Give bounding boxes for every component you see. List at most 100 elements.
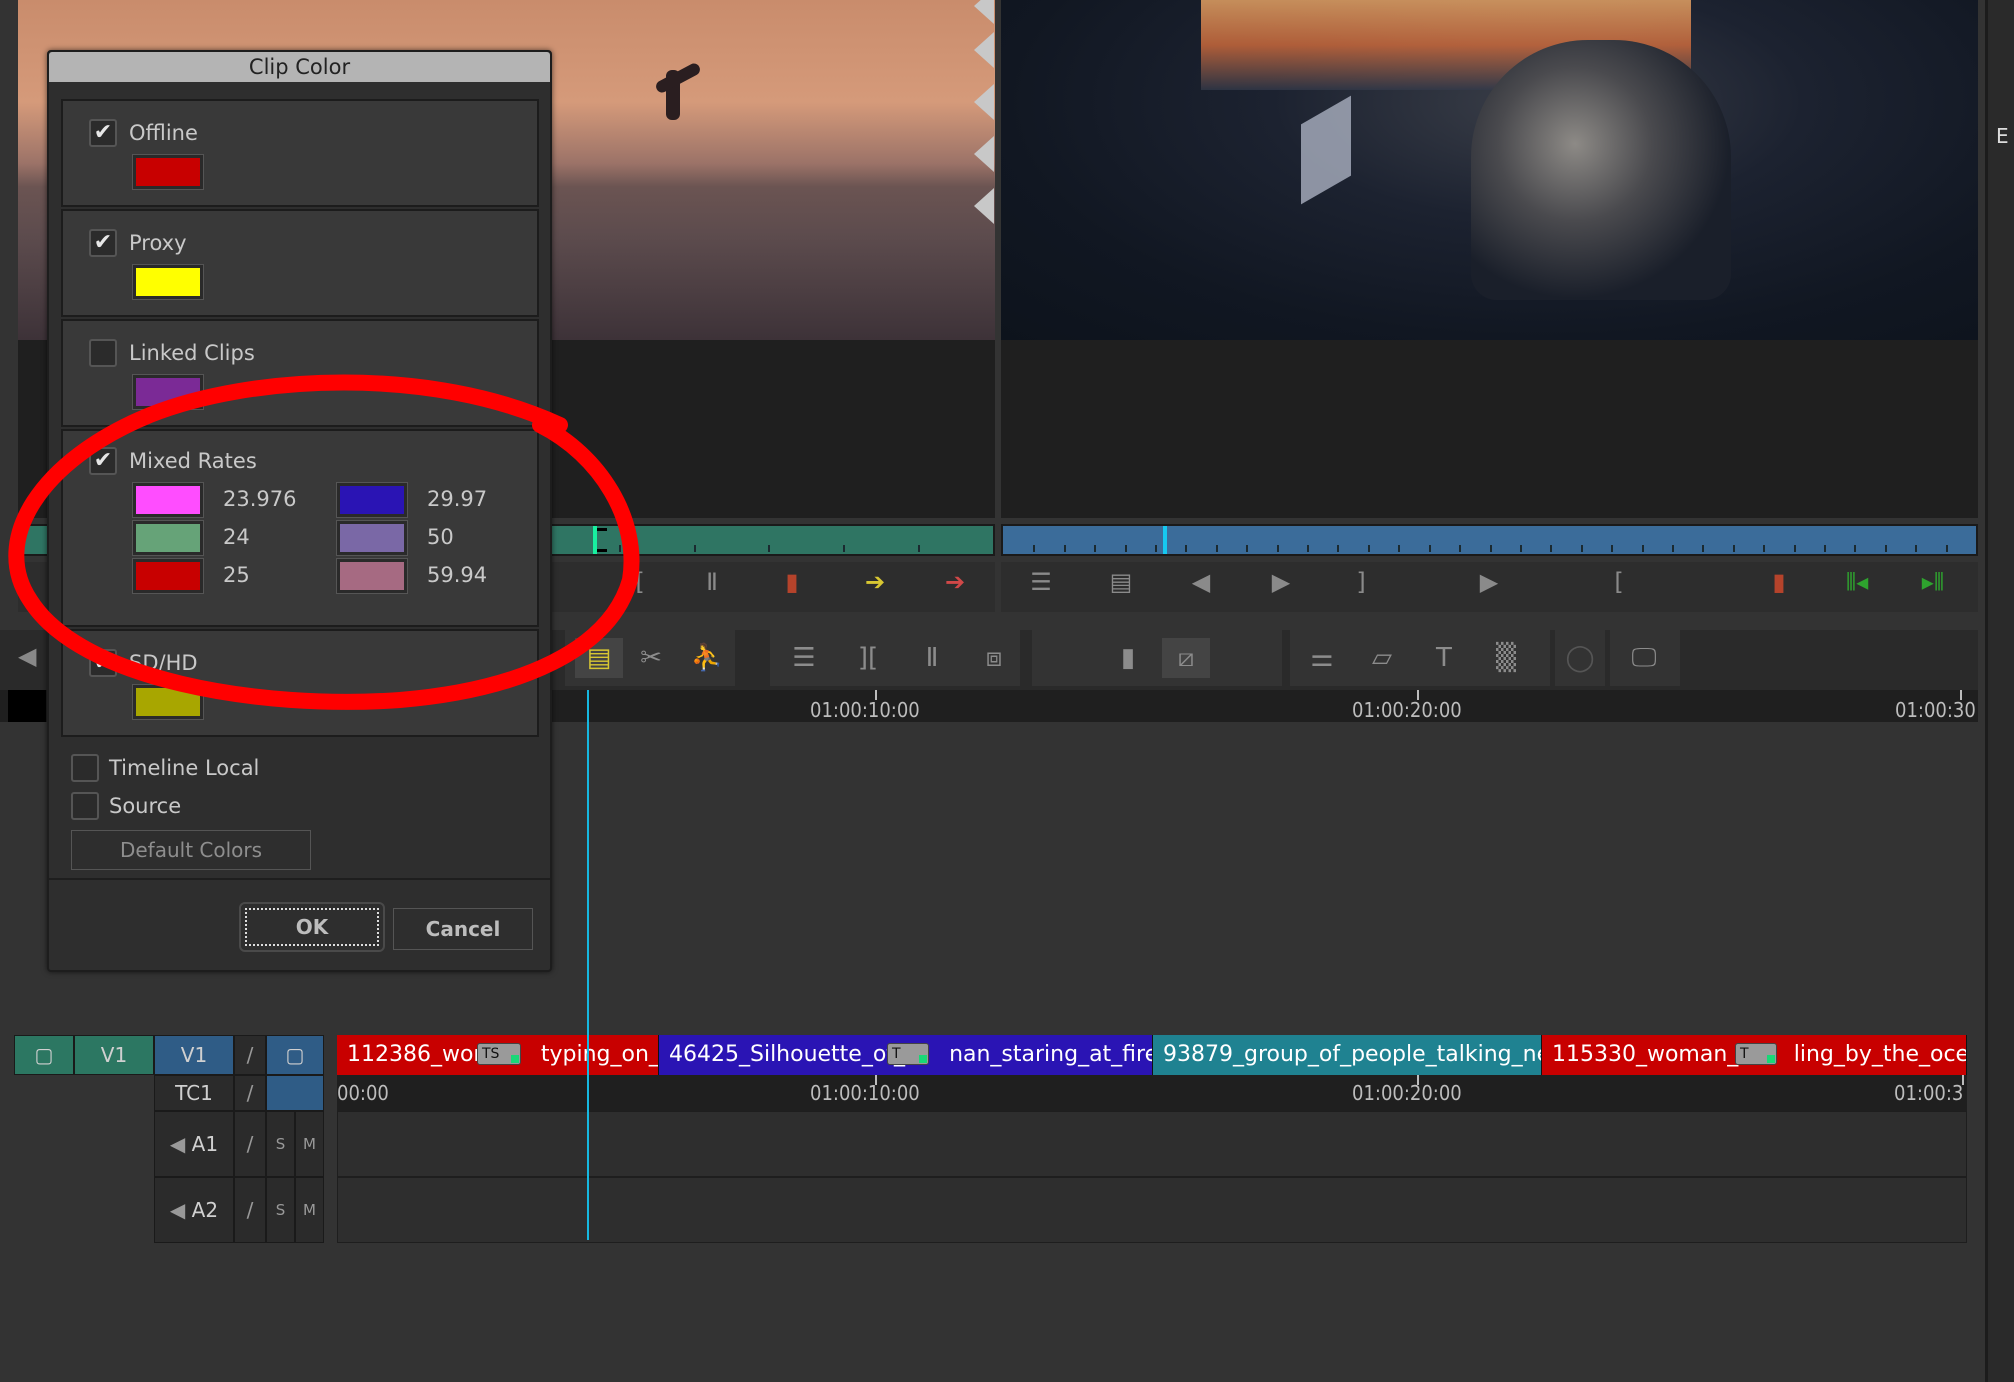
overwrite-icon[interactable]: ➔	[933, 562, 977, 602]
rate-label: 23.976	[223, 487, 297, 511]
source-track-v1[interactable]: V1	[74, 1035, 154, 1075]
linked-clips-checkbox[interactable]	[89, 339, 117, 367]
slip-icon[interactable]: Ⅱ	[908, 638, 956, 678]
timeline-clip[interactable]: 112386_womTStyping_on_a_l	[337, 1035, 659, 1075]
a2-sync-lock[interactable]: /	[234, 1177, 266, 1243]
scrub-tick	[1885, 545, 1887, 552]
step-forward-icon[interactable]: ▶	[1259, 562, 1303, 602]
offline-label: Offline	[129, 121, 198, 145]
marker-icon[interactable]	[974, 32, 994, 68]
scrub-tick	[768, 545, 770, 552]
clip-name-menu-icon[interactable]: ☰	[1019, 562, 1063, 602]
track-a2[interactable]: ◀ A2	[154, 1177, 234, 1243]
a2-solo-button[interactable]: S	[266, 1177, 295, 1243]
linked-clips-color-swatch[interactable]	[132, 374, 204, 410]
scrub-tick	[1915, 545, 1917, 552]
tc1-monitor-toggle[interactable]	[266, 1075, 324, 1111]
a1-mute-button[interactable]: M	[295, 1111, 324, 1177]
ruler-label: 01:00:30	[1895, 698, 1976, 722]
splice-in-icon[interactable]: ➔	[853, 562, 897, 602]
sd-hd-checkbox[interactable]: ✔	[89, 649, 117, 677]
track-a1-label: A1	[191, 1132, 219, 1156]
a2-track-lane[interactable]	[337, 1177, 1967, 1243]
splice-cut-icon[interactable]: ✂	[627, 638, 675, 678]
scrub-tick	[619, 545, 621, 552]
timeline-playhead[interactable]	[587, 690, 589, 1240]
sd-hd-color-swatch[interactable]	[132, 684, 204, 720]
monitor-output-icon[interactable]: 🖵	[1620, 638, 1668, 678]
track-tc1[interactable]: TC1	[154, 1075, 234, 1111]
a1-track-lane[interactable]	[337, 1111, 1967, 1177]
audio-mixer-icon[interactable]: ⚌	[1298, 638, 1346, 678]
rate-5994-swatch[interactable]	[336, 558, 408, 594]
scrub-tick	[1520, 545, 1522, 552]
marker-icon[interactable]	[974, 84, 994, 120]
v1-sync-lock[interactable]: /	[234, 1035, 266, 1075]
source-v1-monitor-toggle[interactable]: ▢	[14, 1035, 74, 1075]
timeline-clip[interactable]: 46425_Silhouette_of_Tnan_staring_at_fire…	[659, 1035, 1153, 1075]
filmstrip-icon[interactable]: ▤	[1099, 562, 1143, 602]
mark-in-icon[interactable]: [	[618, 562, 662, 602]
rate-2997-swatch[interactable]	[336, 482, 408, 518]
mixed-rates-checkbox[interactable]: ✔	[89, 447, 117, 475]
marker-icon[interactable]	[974, 188, 994, 224]
scrub-tick	[1702, 545, 1704, 552]
timeline-clip[interactable]: 115330_woman_sTling_by_the_ocean_	[1542, 1035, 1967, 1075]
record-position-indicator[interactable]	[1163, 526, 1167, 554]
a1-sync-lock[interactable]: /	[234, 1111, 266, 1177]
rate-24-swatch[interactable]	[132, 520, 204, 556]
default-colors-button[interactable]: Default Colors	[71, 830, 311, 870]
source-checkbox[interactable]	[71, 792, 99, 820]
mark-out-icon[interactable]: ]	[1339, 562, 1383, 602]
tc1-sync-lock[interactable]: /	[234, 1075, 266, 1111]
dissolve-icon[interactable]: ▒	[1482, 638, 1530, 678]
link-sync-icon[interactable]: ☰	[780, 638, 828, 678]
add-marker-icon[interactable]: ▮	[1757, 562, 1801, 602]
v1-monitor-toggle[interactable]: ▢	[266, 1035, 324, 1075]
play-icon[interactable]: ▶	[1467, 562, 1511, 602]
a1-solo-button[interactable]: S	[266, 1111, 295, 1177]
ruler-black-block	[8, 690, 46, 722]
proxy-color-swatch[interactable]	[132, 264, 204, 300]
cancel-button[interactable]: Cancel	[393, 908, 533, 950]
a2-mute-button[interactable]: M	[295, 1177, 324, 1243]
avid-editor-window: E [ Ⅱ ▮ ➔ ➔ ☰ ▤ ◀ ▶ ] ▶ [ ▮ ⦀◂ ▸⦀ ◀ ▤ ✂ …	[0, 0, 2014, 1382]
tc-label: 01:00:10:00	[810, 1081, 920, 1105]
record-position-bar[interactable]	[1001, 524, 1978, 556]
slide-icon[interactable]: ⧈	[970, 638, 1018, 678]
rate-25-swatch[interactable]	[132, 558, 204, 594]
rate-23976-swatch[interactable]	[132, 482, 204, 518]
mark-in-icon[interactable]: [	[1597, 562, 1641, 602]
match-frame-icon[interactable]: ▮	[1104, 638, 1152, 678]
offline-color-swatch[interactable]	[132, 154, 204, 190]
motion-effect-icon[interactable]: ▱	[1358, 638, 1406, 678]
right-panel-label: E	[1996, 124, 2009, 148]
record-monitor	[1001, 0, 1978, 518]
marker-icon[interactable]	[974, 0, 994, 24]
segment-mode-icon[interactable]: ▤	[575, 638, 623, 678]
step-back-icon[interactable]: ◀	[1179, 562, 1223, 602]
clear-marks-icon[interactable]: Ⅱ	[690, 562, 734, 602]
add-marker-icon[interactable]: ▮	[770, 562, 814, 602]
scrub-tick	[1125, 545, 1127, 552]
track-a1[interactable]: ◀ A1	[154, 1111, 234, 1177]
proxy-checkbox[interactable]: ✔	[89, 229, 117, 257]
lift-extract-icon[interactable]: ⛹	[683, 638, 731, 678]
effect-mode-icon[interactable]: ⧄	[1162, 638, 1210, 678]
rate-label: 29.97	[427, 487, 488, 511]
record-track-v1[interactable]: V1	[154, 1035, 234, 1075]
record-video-frame[interactable]	[1001, 0, 1978, 340]
timeline-clip[interactable]: 93879_group_of_people_talking_next	[1153, 1035, 1542, 1075]
ok-button[interactable]: OK	[239, 902, 385, 952]
title-tool-icon[interactable]: T	[1420, 638, 1468, 678]
audio-speaker-icon[interactable]: ◀	[18, 642, 36, 670]
timline-local-checkbox[interactable]	[71, 754, 99, 782]
offline-checkbox[interactable]: ✔	[89, 119, 117, 147]
trim-icon[interactable]: ][	[844, 638, 892, 678]
go-to-out-icon[interactable]: ▸⦀	[1911, 562, 1955, 602]
marker-icon[interactable]	[974, 136, 994, 172]
rate-50-swatch[interactable]	[336, 520, 408, 556]
record-circle-icon[interactable]: ◯	[1556, 638, 1604, 678]
scrub-tick	[1277, 545, 1279, 552]
go-to-in-icon[interactable]: ⦀◂	[1835, 562, 1879, 602]
